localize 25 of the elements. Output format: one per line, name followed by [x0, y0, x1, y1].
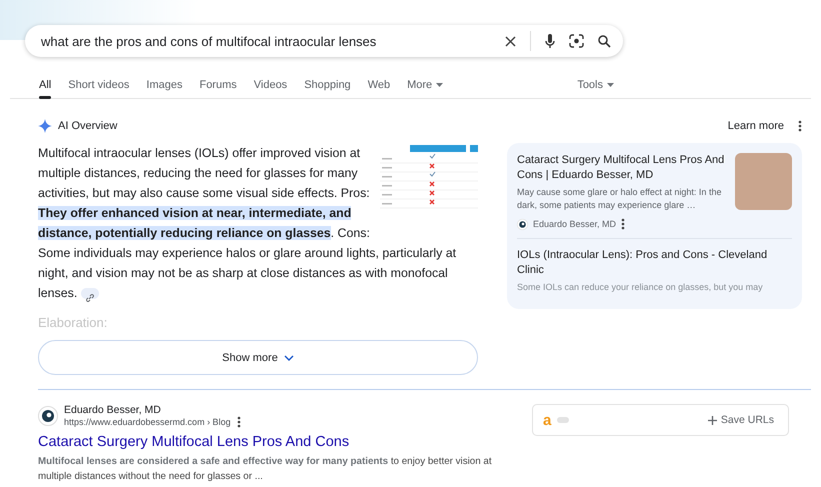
- learn-more-link[interactable]: Learn more: [728, 120, 784, 132]
- search-field[interactable]: what are the pros and cons of multifocal intraocular lenses: [39, 32, 505, 50]
- elaboration-heading: Elaboration:: [38, 315, 108, 330]
- section-title: AI Overview: [58, 120, 118, 132]
- source-title[interactable]: IOLs (Intraocular Lens): Pros and Cons - Cleveland Clinic: [517, 248, 792, 278]
- tab[interactable]: Forums: [199, 79, 237, 95]
- result-url: https://www.eduardobessermd.com › Blog: [64, 417, 231, 427]
- tab[interactable]: Shopping: [304, 79, 351, 95]
- tab[interactable]: Images: [146, 79, 182, 95]
- tab[interactable]: Videos: [254, 79, 288, 95]
- source-site: Eduardo Besser, MD: [533, 219, 616, 229]
- source-snippet: Some IOLs can reduce your reliance on glasses, but you may: [517, 281, 764, 294]
- tab[interactable]: Web: [368, 79, 390, 95]
- more-menu[interactable]: More: [407, 79, 444, 95]
- source-snippet: May cause some glare or halo effect at night: In the dark, some patients may experience glare …: [517, 186, 722, 212]
- save-urls-button[interactable]: Save URLs: [708, 414, 774, 426]
- extension-logo: a: [543, 412, 552, 428]
- result-title-link[interactable]: Cataract Surgery Multifocal Lens Pros And Cons: [38, 434, 350, 450]
- tools-menu[interactable]: Tools: [577, 79, 614, 95]
- result-snippet: Multifocal lenses are considered a safe and effective way for many patients to enjoy better vision at multiple distances without the need for glasses or ...: [38, 455, 493, 484]
- overview-text: Multifocal intraocular lenses (IOLs) offer improved vision at multiple distances, reducing the need for glasses for many activities, but may also cause some visual side effects. Pros: They offer enhanced vision at near, intermediate, and distance, potentially reducing reliance on glasses. Cons: Some individuals may experience halos or glare around lights, particularly at night, and vision may not be as sharp at close distances as with monofocal lenses.: [38, 143, 478, 303]
- tab[interactable]: Short videos: [68, 79, 130, 95]
- show-more-button[interactable]: Show more: [38, 340, 478, 375]
- source-title[interactable]: Cataract Surgery Multifocal Lens Pros And Cons | Eduardo Besser, MD: [517, 153, 727, 183]
- result-site-name: Eduardo Besser, MD: [64, 404, 162, 416]
